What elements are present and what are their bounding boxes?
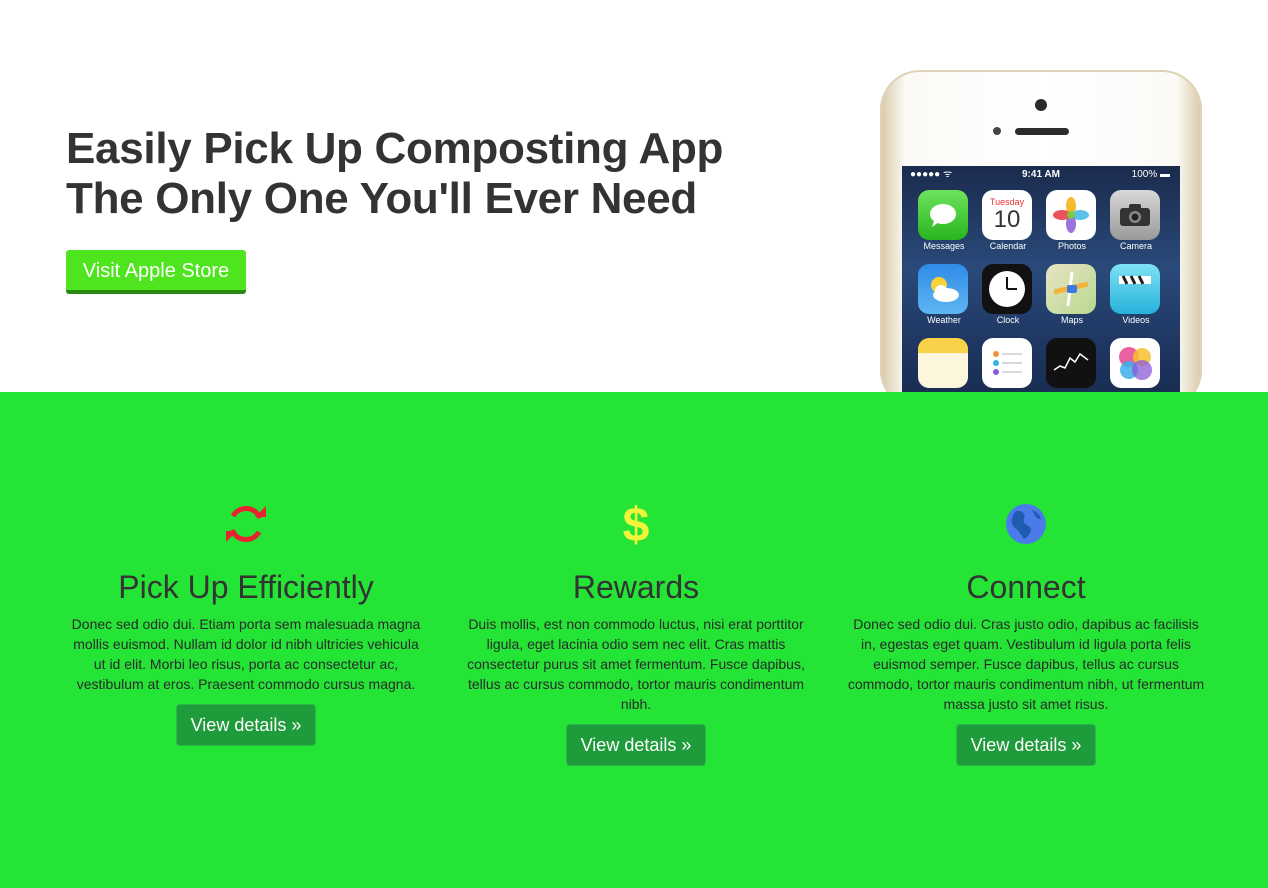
app-grid: Messages Tuesday 10 Calendar Photos Came… [902, 184, 1180, 389]
status-battery: 100% ▬ [1131, 169, 1170, 180]
app-notes [918, 338, 970, 389]
reminders-icon [982, 338, 1032, 388]
clock-face [989, 271, 1025, 307]
maps-icon [1046, 264, 1096, 314]
dollar-glyph: $ [622, 499, 650, 552]
game-center-icon [1110, 338, 1160, 388]
feature-text: Donec sed odio dui. Cras justo odio, dap… [847, 616, 1205, 712]
visit-apple-store-button[interactable]: Visit Apple Store [66, 250, 246, 294]
feature-text: Donec sed odio dui. Etiam porta sem male… [71, 616, 421, 692]
photos-icon [1046, 190, 1096, 240]
app-game-center [1110, 338, 1162, 389]
phone-screen: ●●●●● ᯤ 9:41 AM 100% ▬ Messages Tuesday … [902, 166, 1180, 392]
view-details-button[interactable]: View details » [956, 724, 1096, 766]
dollar-icon: $ [456, 502, 816, 550]
clock-icon [982, 264, 1032, 314]
features-section: Pick Up Efficiently Donec sed odio dui. … [0, 392, 1268, 888]
notes-icon [918, 338, 968, 388]
refresh-icon [66, 502, 426, 550]
videos-icon [1110, 264, 1160, 314]
app-videos: Videos [1110, 264, 1162, 326]
hero-title: Easily Pick Up Composting App The Only O… [66, 124, 723, 224]
messages-icon [918, 190, 968, 240]
app-clock: Clock [982, 264, 1034, 326]
camera-icon [1110, 190, 1160, 240]
phone-status-bar: ●●●●● ᯤ 9:41 AM 100% ▬ [902, 166, 1180, 184]
hero-title-line-2: The Only One You'll Ever Need [66, 174, 697, 223]
weather-icon [918, 264, 968, 314]
app-stocks [1046, 338, 1098, 389]
hero-title-line-1: Easily Pick Up Composting App [66, 124, 724, 173]
app-camera: Camera [1110, 190, 1162, 252]
view-details-button[interactable]: View details » [176, 704, 316, 746]
globe-icon [846, 502, 1206, 550]
view-details-button[interactable]: View details » [566, 724, 706, 766]
app-reminders [982, 338, 1034, 389]
app-label: Weather [927, 315, 961, 325]
app-label: Photos [1057, 241, 1087, 251]
hero-section: Easily Pick Up Composting App The Only O… [0, 0, 1268, 392]
iphone-image: ●●●●● ᯤ 9:41 AM 100% ▬ Messages Tuesday … [880, 70, 1202, 392]
app-label: Camera [1119, 241, 1152, 251]
app-weather: Weather [918, 264, 970, 326]
feature-title: Connect [966, 569, 1086, 605]
app-photos: Photos [1046, 190, 1098, 252]
app-calendar: Tuesday 10 Calendar [982, 190, 1034, 252]
feature-title: Pick Up Efficiently [118, 569, 374, 605]
calendar-icon: Tuesday 10 [982, 190, 1032, 240]
feature-text: Duis mollis, est non commodo luctus, nis… [467, 616, 805, 712]
app-label: Videos [1122, 315, 1150, 325]
app-label: Messages [923, 241, 965, 251]
app-maps: Maps [1046, 264, 1098, 326]
phone-camera [1035, 99, 1047, 111]
phone-sensor [993, 127, 1001, 135]
app-label: Clock [996, 315, 1020, 325]
feature-title: Rewards [572, 569, 700, 605]
calendar-date: 10 [993, 206, 1021, 233]
app-messages: Messages [918, 190, 970, 252]
app-label: Maps [1060, 315, 1083, 325]
phone-speaker [1015, 128, 1069, 135]
stocks-icon [1046, 338, 1096, 388]
app-label: Calendar [989, 241, 1027, 251]
